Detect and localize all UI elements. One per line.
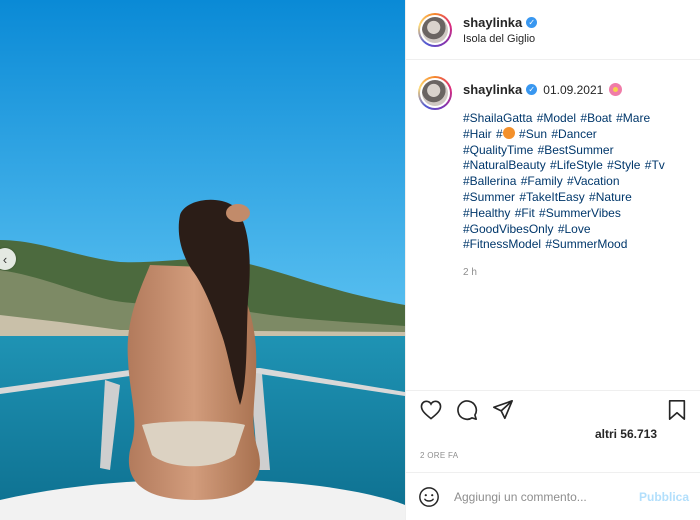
verified-badge-icon: ✓ <box>526 84 538 95</box>
likes-count[interactable]: altri 56.713 <box>406 427 700 441</box>
bookmark-icon[interactable] <box>667 399 687 421</box>
profile-picture <box>422 80 448 106</box>
smiley-icon[interactable] <box>418 486 440 508</box>
flower-emoji-icon <box>609 83 623 96</box>
caption-date: 01.09.2021 <box>543 82 604 97</box>
hashtag-line[interactable]: #GoodVibesOnly #Love <box>463 222 683 238</box>
caption-timestamp: 2 h <box>463 267 477 279</box>
post-actions: altri 56.713 2 ORE FA <box>406 390 700 460</box>
caption-hashtags: #ShailaGatta #Model #Boat #Mare #Hair # … <box>463 111 683 253</box>
hashtag-line[interactable]: #Summer #TakeItEasy #Nature <box>463 190 683 206</box>
hashtag-line[interactable]: #FitnessModel #SummerMood <box>463 237 683 253</box>
username-link[interactable]: shaylinka <box>463 15 522 30</box>
profile-picture <box>422 16 448 43</box>
comment-bar: Pubblica <box>406 472 700 520</box>
hashtag-line[interactable]: #Ballerina #Family #Vacation <box>463 174 683 190</box>
hashtag-line[interactable]: #ShailaGatta #Model #Boat #Mare <box>463 111 683 127</box>
hashtag-line[interactable]: #NaturalBeauty #LifeStyle #Style #Tv <box>463 158 683 174</box>
avatar[interactable] <box>418 12 452 47</box>
verified-badge-icon: ✓ <box>526 16 538 28</box>
location-link[interactable]: Isola del Giglio <box>463 33 537 45</box>
chevron-left-icon: ‹ <box>2 251 8 267</box>
caption-section: shaylinka ✓ 01.09.2021 #ShailaGatta #Mod… <box>406 60 700 390</box>
heart-icon[interactable] <box>420 400 442 420</box>
post-side-panel: shaylinka ✓ Isola del Giglio shaylinka ✓… <box>405 0 700 520</box>
hashtag-line[interactable]: #Hair # #Sun #Dancer <box>463 126 683 143</box>
hashtag-line[interactable]: #Healthy #Fit #SummerVibes <box>463 206 683 222</box>
comment-bubble-icon[interactable] <box>456 399 478 421</box>
comment-input[interactable] <box>454 489 624 504</box>
caption-username[interactable]: shaylinka <box>463 82 522 97</box>
post-header: shaylinka ✓ Isola del Giglio <box>406 0 700 60</box>
paper-plane-icon[interactable] <box>492 399 514 421</box>
post-photo[interactable]: ‹ <box>0 0 405 520</box>
caption-avatar[interactable] <box>418 76 452 110</box>
publish-button[interactable]: Pubblica <box>639 490 689 504</box>
post-age: 2 ORE FA <box>420 451 459 460</box>
photo-image <box>0 0 405 520</box>
hashtag-line[interactable]: #QualityTime #BestSummer <box>463 143 683 159</box>
peach-emoji-icon <box>502 126 515 139</box>
